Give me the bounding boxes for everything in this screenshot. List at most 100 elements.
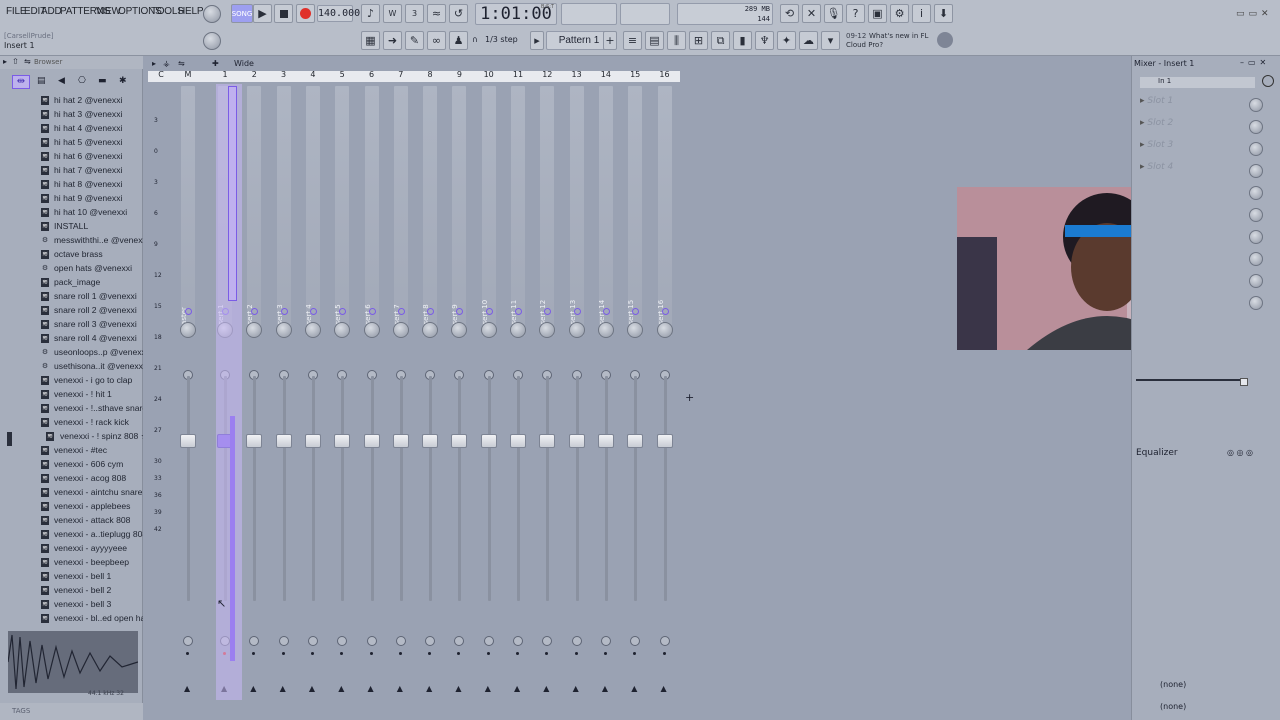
snap-selector[interactable]: 1/3 step [485, 35, 518, 44]
browser-item[interactable]: ≋ venexxi - i go to clap [0, 374, 143, 388]
browser-item[interactable]: ≋ venexxi - !..sthave snare [0, 402, 143, 416]
slot-mix-knob[interactable] [1249, 296, 1263, 310]
pan-knob[interactable] [597, 322, 614, 338]
help-button[interactable]: ? [846, 4, 865, 23]
track-name[interactable]: Insert 15 [627, 261, 641, 331]
news-text[interactable]: What's new in FL [869, 32, 928, 40]
track-enable-icon[interactable] [515, 308, 522, 315]
track-enable-icon[interactable] [309, 308, 317, 315]
channel-rack-button[interactable]: ▤ [645, 31, 664, 50]
route-knob[interactable] [542, 636, 553, 646]
eq-knobs[interactable]: ◎ ◎ ◎ [1227, 448, 1253, 457]
link-tool-button[interactable]: ∞ [427, 31, 446, 50]
route-knob[interactable] [571, 636, 582, 646]
tags-bar[interactable]: TAGS [0, 703, 143, 720]
slot-mix-knob[interactable] [1249, 252, 1263, 266]
browser-item[interactable]: ≋ octave brass [0, 248, 143, 262]
route-knob[interactable] [513, 636, 523, 646]
browser-item[interactable]: ⚙ open hats @venexxi [0, 262, 143, 276]
volume-fader[interactable] [510, 434, 526, 448]
wait-input-button[interactable]: W [383, 4, 402, 23]
pan-knob[interactable] [480, 322, 497, 338]
route-knob[interactable] [395, 636, 406, 646]
browser-item[interactable]: ⚙ usethisona..it @venexxi [0, 360, 143, 374]
arrows-icon[interactable]: ⇋ [24, 57, 31, 66]
pan-knob[interactable] [180, 322, 196, 338]
slot-mix-knob[interactable] [1249, 208, 1263, 222]
info-button[interactable]: i [912, 4, 931, 23]
pattern-prev-button[interactable]: ▸ [530, 31, 544, 50]
pan-knob[interactable] [363, 322, 380, 338]
route-knob[interactable] [454, 636, 465, 646]
stop-button[interactable] [274, 4, 293, 23]
route-arrow-icon[interactable]: ▲ [543, 684, 549, 693]
browser-item[interactable]: ≋ hi hat 4 @venexxi [0, 122, 143, 136]
slot-mix-knob[interactable] [1249, 142, 1263, 156]
track-enable-icon[interactable] [280, 308, 288, 315]
browser-item[interactable]: ≋ venexxi - a..tieplugg 808 [0, 528, 143, 542]
bug-button[interactable]: ✦ [777, 31, 796, 50]
browser-item[interactable]: ≋ hi hat 6 @venexxi [0, 150, 143, 164]
browser-item[interactable]: ≋ venexxi - attack 808 [0, 514, 143, 528]
stamp-tool-button[interactable]: ♟ [449, 31, 468, 50]
browser-item[interactable]: ≋ pack_image [0, 276, 143, 290]
route-arrow-icon[interactable]: ▲ [397, 684, 403, 693]
browser-item[interactable]: ≋ venexxi - ayyyyeee [0, 542, 143, 556]
insert-window-controls[interactable]: –▭✕ [1240, 58, 1270, 67]
piano-roll-button[interactable]: ▦ [361, 31, 380, 50]
track-name[interactable]: Insert 4 [305, 261, 319, 331]
browser-item[interactable]: ≋ venexxi - ! spinz 808 ★ [0, 430, 143, 444]
route-knob[interactable] [425, 636, 436, 646]
browser-item[interactable]: ≋ venexxi - applebees [0, 500, 143, 514]
volume-fader[interactable] [392, 434, 409, 448]
track-enable-icon[interactable] [368, 308, 376, 315]
browser-item[interactable]: ≋ venexxi - bl..ed open hat [0, 612, 143, 626]
browser-item[interactable]: ≋ venexxi - bell 3 [0, 598, 143, 612]
browser-item[interactable]: ≋ hi hat 10 @venexxi [0, 206, 143, 220]
effect-slot-2[interactable]: ▸ Slot 2 [1140, 118, 1255, 138]
track-name[interactable]: Insert 2 [246, 261, 260, 331]
route-arrow-icon[interactable]: ▲ [514, 684, 520, 693]
browser-item[interactable]: ≋ hi hat 2 @venexxi [0, 94, 143, 108]
output-1[interactable]: (none) [1135, 680, 1278, 696]
route-arrow-icon[interactable]: ▲ [455, 684, 461, 693]
mixer-track-insert-10[interactable]: Insert 10 ▲ [476, 86, 502, 716]
pin-icon[interactable]: ▸ [3, 57, 7, 66]
browser-item[interactable]: ≋ venexxi - #tec [0, 444, 143, 458]
volume-fader[interactable] [422, 434, 439, 448]
plugin-picker-button[interactable]: ⚙ [890, 4, 909, 23]
output-2[interactable]: (none) [1135, 702, 1278, 718]
track-name[interactable]: Insert 9 [451, 261, 465, 331]
track-name[interactable]: Insert 12 [539, 261, 553, 331]
magnet-icon[interactable]: ∩ [472, 35, 478, 44]
mixer-track-insert-12[interactable]: Insert 12 ▲ [534, 86, 560, 716]
mixer-track-insert-15[interactable]: Insert 15 ▲ [622, 86, 648, 716]
route-knob[interactable] [659, 636, 670, 646]
menu-add[interactable]: ADD [41, 6, 62, 17]
track-name[interactable]: Insert 14 [598, 261, 612, 331]
pencil-tool-button[interactable]: ✎ [405, 31, 424, 50]
route-knob[interactable] [483, 636, 494, 646]
browser-item[interactable]: ≋ hi hat 3 @venexxi [0, 108, 143, 122]
track-name[interactable]: Insert 8 [422, 261, 436, 331]
cloud-button[interactable]: ☁ [799, 31, 818, 50]
browser-item[interactable]: ≋ venexxi - ! rack kick [0, 416, 143, 430]
volume-fader[interactable] [656, 434, 673, 448]
volume-fader[interactable] [451, 434, 468, 448]
mixer-track-master[interactable]: Master ▲ [175, 86, 201, 716]
volume-fader[interactable] [480, 434, 497, 448]
browser-item[interactable]: ≋ snare roll 3 @venexxi [0, 318, 143, 332]
blend-notes-button[interactable]: ≈ [427, 4, 446, 23]
mixer-view-icon[interactable]: ✚ [212, 59, 219, 68]
route-arrow-icon[interactable]: ▲ [184, 684, 190, 693]
track-name[interactable]: Insert 11 [510, 261, 524, 331]
slot-mix-knob[interactable] [1249, 98, 1263, 112]
route-knob[interactable] [600, 636, 611, 646]
browser-item[interactable]: ≋ venexxi - aintchu snare [0, 486, 143, 500]
route-arrow-icon[interactable]: ▲ [280, 684, 286, 693]
route-knob[interactable] [366, 636, 377, 646]
volume-fader[interactable] [180, 434, 196, 448]
channel-settings-button[interactable]: ⊞ [689, 31, 708, 50]
browser-item[interactable]: ≋ snare roll 1 @venexxi [0, 290, 143, 304]
track-name[interactable]: Insert 6 [364, 261, 378, 331]
